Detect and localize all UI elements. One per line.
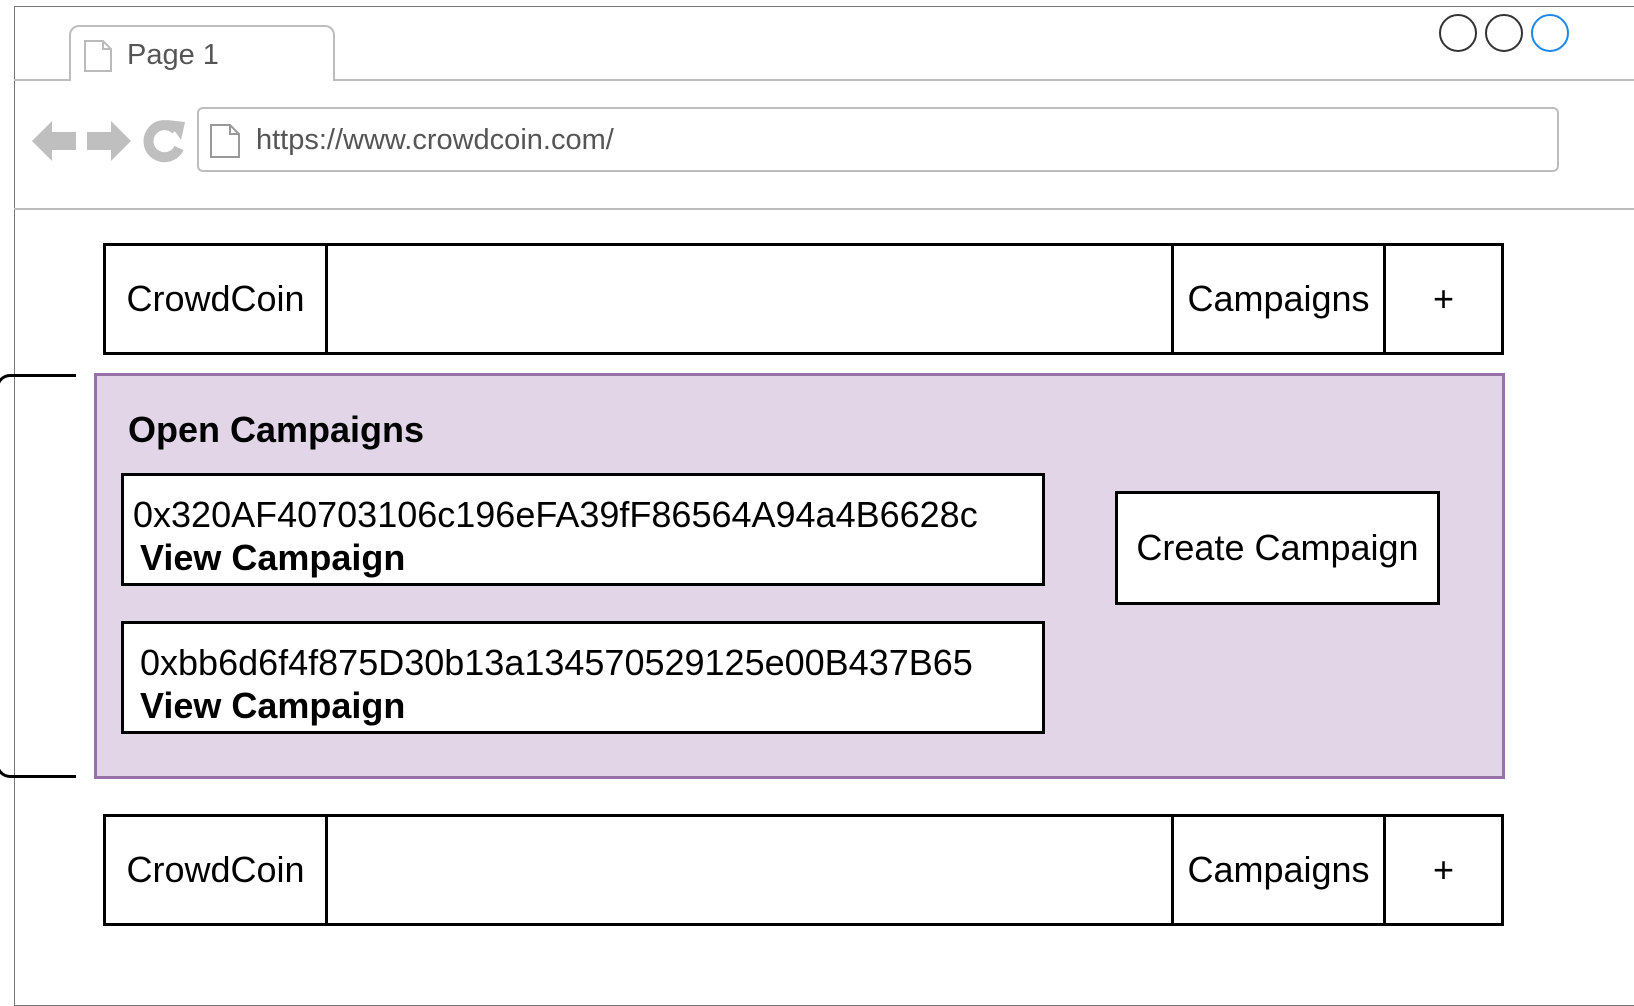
view-campaign-link[interactable]: View Campaign bbox=[140, 537, 405, 579]
navbar-spacer bbox=[328, 817, 1174, 923]
campaign-address: 0xbb6d6f4f875D30b13a134570529125e00B437B… bbox=[140, 642, 973, 683]
page-title: Open Campaigns bbox=[128, 409, 425, 450]
close-button[interactable] bbox=[1531, 14, 1569, 52]
brand-link[interactable]: CrowdCoin bbox=[106, 817, 328, 923]
add-campaign-button[interactable]: + bbox=[1386, 817, 1501, 923]
forward-arrow-icon[interactable] bbox=[87, 118, 131, 169]
back-arrow-icon[interactable] bbox=[32, 118, 76, 169]
campaign-address: 0x320AF40703106c196eFA39fF86564A94a4B662… bbox=[133, 494, 978, 535]
navbar-spacer bbox=[328, 246, 1174, 352]
toolbar-divider bbox=[14, 208, 1634, 210]
campaign-card: 0x320AF40703106c196eFA39fF86564A94a4B662… bbox=[121, 473, 1045, 586]
header-navbar: CrowdCoin Campaigns + bbox=[103, 243, 1504, 355]
reload-icon[interactable] bbox=[143, 118, 185, 169]
minimize-button[interactable] bbox=[1439, 14, 1477, 52]
url-text: https://www.crowdcoin.com/ bbox=[256, 124, 614, 156]
page-icon bbox=[209, 123, 241, 164]
campaign-card: 0xbb6d6f4f875D30b13a134570529125e00B437B… bbox=[121, 621, 1045, 734]
url-bar[interactable]: https://www.crowdcoin.com/ bbox=[197, 107, 1559, 172]
browser-tab[interactable]: Page 1 bbox=[69, 25, 335, 81]
section-bracket bbox=[0, 374, 76, 778]
campaigns-link[interactable]: Campaigns bbox=[1174, 817, 1386, 923]
add-campaign-button[interactable]: + bbox=[1386, 246, 1501, 352]
bracket-gap bbox=[0, 562, 4, 592]
campaigns-link[interactable]: Campaigns bbox=[1174, 246, 1386, 352]
footer-navbar: CrowdCoin Campaigns + bbox=[103, 814, 1504, 926]
create-campaign-button[interactable]: Create Campaign bbox=[1115, 491, 1440, 605]
view-campaign-link[interactable]: View Campaign bbox=[140, 685, 405, 727]
page-icon bbox=[83, 39, 113, 78]
tab-title: Page 1 bbox=[127, 39, 219, 71]
brand-link[interactable]: CrowdCoin bbox=[106, 246, 328, 352]
maximize-button[interactable] bbox=[1485, 14, 1523, 52]
